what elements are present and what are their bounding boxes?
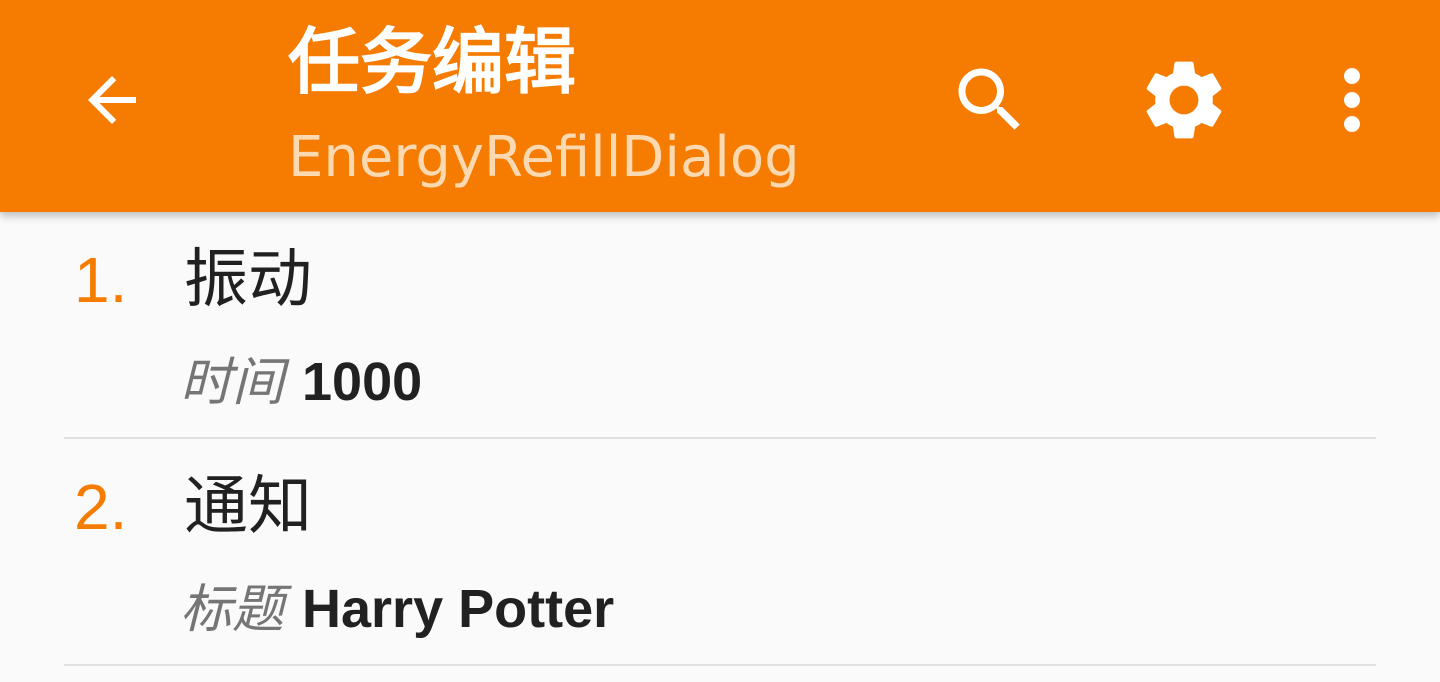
settings-button[interactable]: [1136, 52, 1232, 148]
more-options-button[interactable]: [1304, 52, 1400, 148]
search-button[interactable]: [942, 52, 1038, 148]
action-list: 1. 振动 时间 1000 2. 通知 标题 Harry Potter: [0, 212, 1440, 666]
parameter-label: 时间: [180, 353, 285, 413]
back-button[interactable]: [64, 52, 160, 148]
search-icon: [958, 68, 1020, 130]
page-subtitle: EnergyRefillDialog: [288, 125, 800, 190]
action-name: 通知: [184, 470, 312, 544]
action-number: 1.: [74, 244, 128, 316]
app-bar: 任务编辑 EnergyRefillDialog: [0, 0, 1440, 212]
more-vert-icon: [1344, 68, 1360, 132]
action-name: 振动: [184, 243, 312, 317]
action-item-vibrate[interactable]: 1. 振动 时间 1000: [0, 212, 1440, 439]
action-item-notify[interactable]: 2. 通知 标题 Harry Potter: [0, 439, 1440, 666]
parameter-value: 1000: [302, 352, 423, 412]
gear-icon: [1146, 61, 1222, 139]
action-number: 2.: [74, 471, 128, 543]
arrow-back-icon: [88, 76, 136, 124]
action-parameter: 时间 1000: [180, 340, 422, 415]
page-title: 任务编辑: [288, 20, 577, 104]
parameter-label: 标题: [180, 580, 285, 640]
action-parameter: 标题 Harry Potter: [180, 567, 614, 642]
parameter-value: Harry Potter: [302, 579, 615, 639]
divider: [64, 664, 1376, 666]
